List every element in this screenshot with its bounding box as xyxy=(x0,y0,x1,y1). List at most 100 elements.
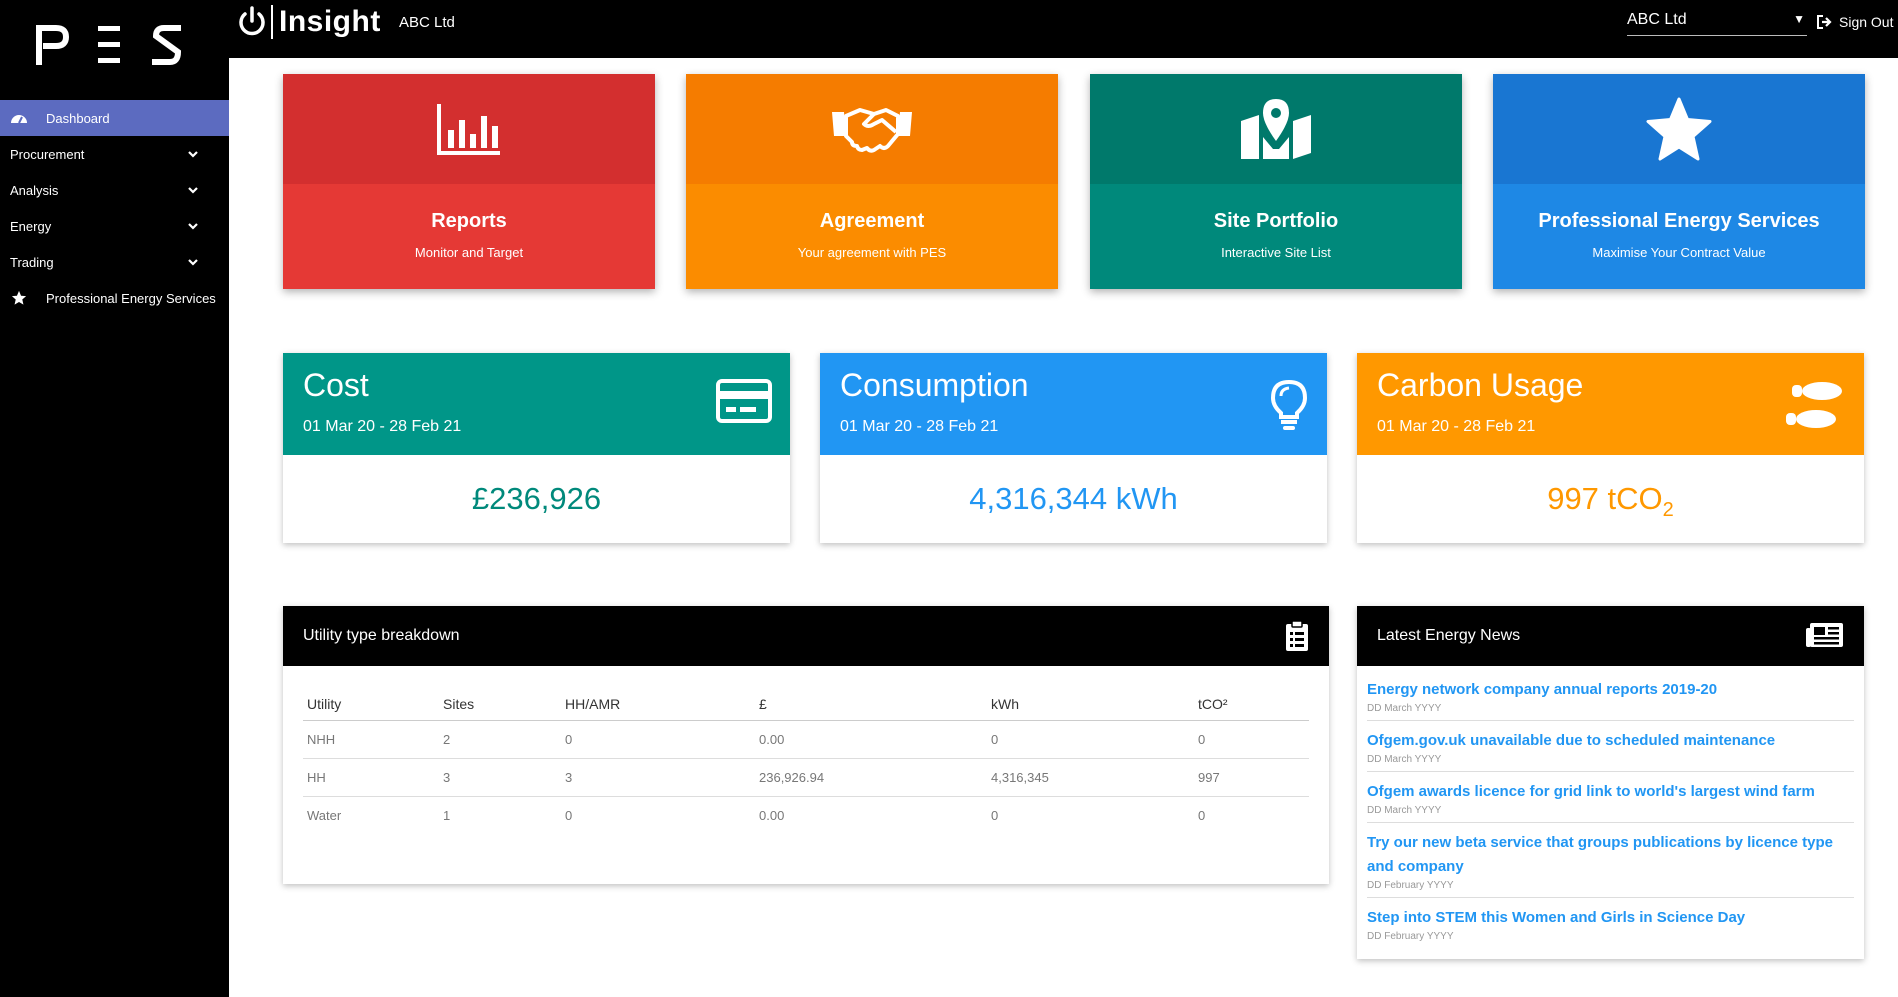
list-item: Energy network company annual reports 20… xyxy=(1367,670,1854,721)
table-cell: HH xyxy=(303,758,439,797)
panel-title: Utility type breakdown xyxy=(303,627,460,644)
sidebar-item-procurement[interactable]: Procurement xyxy=(0,136,229,172)
sidebar-item-analysis[interactable]: Analysis xyxy=(0,172,229,208)
news-link[interactable]: Try our new beta service that groups pub… xyxy=(1367,831,1854,879)
table-cell: 0.00 xyxy=(755,720,987,759)
news-link[interactable]: Step into STEM this Women and Girls in S… xyxy=(1367,906,1854,930)
pes-logo[interactable] xyxy=(36,22,186,66)
tile-title: Professional Energy Services xyxy=(1538,210,1820,232)
tile-reports[interactable]: Reports Monitor and Target xyxy=(283,74,655,289)
sidebar-item-dashboard[interactable]: Dashboard xyxy=(0,100,229,136)
news-list: Energy network company annual reports 20… xyxy=(1357,666,1864,948)
chevron-down-icon xyxy=(188,187,198,194)
table-cell: 0.00 xyxy=(759,808,785,823)
table-cell: 997 xyxy=(1194,758,1309,797)
table-cell: NHH xyxy=(303,720,439,759)
news-link[interactable]: Ofgem awards licence for grid link to wo… xyxy=(1367,780,1854,804)
table-cell: 1 xyxy=(443,808,451,823)
brand-separator xyxy=(271,5,273,39)
column-header: Utility xyxy=(303,686,439,721)
company-select[interactable]: ABC Ltd ▼ xyxy=(1627,8,1807,36)
table-row: Water 1 0 0.00 0 0 xyxy=(303,797,1309,835)
sidebar-item-label: Energy xyxy=(10,218,52,234)
top-header: Insight ABC Ltd ABC Ltd ▼ Sign Out xyxy=(229,0,1898,58)
stat-header: Carbon Usage 01 Mar 20 - 28 Feb 21 xyxy=(1357,353,1864,455)
table-cell: 3 xyxy=(439,758,561,797)
tile-subtitle: Your agreement with PES xyxy=(797,245,947,260)
table-cell: 0 xyxy=(565,808,573,823)
sign-out-label: Sign Out xyxy=(1839,14,1894,30)
sidebar-item-energy[interactable]: Energy xyxy=(0,208,229,244)
table-cell: Water xyxy=(307,808,342,823)
column-header: £ xyxy=(755,686,987,721)
tile-title: Reports xyxy=(431,210,507,232)
star-icon xyxy=(11,290,27,305)
panel-header: Utility type breakdown xyxy=(283,606,1329,666)
news-link[interactable]: Energy network company annual reports 20… xyxy=(1367,678,1854,702)
sign-out-button[interactable]: Sign Out xyxy=(1817,14,1893,30)
utility-breakdown-panel: Utility type breakdown Utility Sites HH/… xyxy=(283,606,1329,884)
table-cell: 0 xyxy=(1194,720,1309,759)
stat-value: 997 tCO2 xyxy=(1357,455,1864,522)
tile-site-portfolio[interactable]: Site Portfolio Interactive Site List xyxy=(1090,74,1462,289)
utility-table: Utility Sites HH/AMR £ kWh tCO² NHH 2 0 … xyxy=(303,686,1309,834)
tile-professional-energy-services[interactable]: Professional Energy Services Maximise Yo… xyxy=(1493,74,1865,289)
stat-date-range: 01 Mar 20 - 28 Feb 21 xyxy=(1377,418,1536,435)
tile-agreement[interactable]: Agreement Your agreement with PES xyxy=(686,74,1058,289)
stat-card-carbon-usage: Carbon Usage 01 Mar 20 - 28 Feb 21 997 t… xyxy=(1357,353,1864,543)
stat-card-cost: Cost 01 Mar 20 - 28 Feb 21 £236,926 xyxy=(283,353,790,543)
sidebar-item-label: Professional Energy Services xyxy=(46,290,216,306)
column-header: tCO² xyxy=(1194,686,1309,721)
sidebar-item-label: Trading xyxy=(10,254,54,270)
tile-subtitle: Monitor and Target xyxy=(414,245,524,260)
news-date: DD February YYYY xyxy=(1367,931,1454,942)
sidebar-item-professional-energy-services[interactable]: Professional Energy Services xyxy=(0,280,229,316)
list-item: Ofgem awards licence for grid link to wo… xyxy=(1367,772,1854,823)
tile-title: Site Portfolio xyxy=(1213,210,1339,232)
table-cell: 0 xyxy=(1198,808,1206,823)
sidebar-nav: Dashboard Procurement Analysis Energy Tr… xyxy=(0,100,229,316)
news-link[interactable]: Ofgem.gov.uk unavailable due to schedule… xyxy=(1367,729,1854,753)
table-cell: 2 xyxy=(439,720,561,759)
latest-energy-news-panel: Latest Energy News Energy network compan… xyxy=(1357,606,1864,959)
list-item: Step into STEM this Women and Girls in S… xyxy=(1367,898,1854,948)
tile-text-area: Reports Monitor and Target xyxy=(283,184,655,289)
sign-out-icon xyxy=(1817,15,1832,29)
map-marker-icon xyxy=(1241,99,1311,159)
stat-card-consumption: Consumption 01 Mar 20 - 28 Feb 21 4,316,… xyxy=(820,353,1327,543)
stat-header: Cost 01 Mar 20 - 28 Feb 21 xyxy=(283,353,790,455)
tile-icon-area xyxy=(1493,74,1865,184)
stat-title: Carbon Usage xyxy=(1377,367,1584,403)
header-company-name: ABC Ltd xyxy=(399,14,455,31)
list-item: Try our new beta service that groups pub… xyxy=(1367,823,1854,898)
stat-title: Cost xyxy=(303,367,369,403)
bar-chart-icon xyxy=(437,104,500,155)
stat-value: £236,926 xyxy=(471,481,602,516)
tile-icon-area xyxy=(283,74,655,184)
column-header: kWh xyxy=(987,686,1194,721)
newspaper-icon xyxy=(1806,623,1843,647)
news-date: DD March YYYY xyxy=(1367,754,1442,765)
chevron-down-icon xyxy=(188,223,198,230)
tile-icon-area xyxy=(686,74,1058,184)
stat-date-range: 01 Mar 20 - 28 Feb 21 xyxy=(303,418,462,435)
lightbulb-icon xyxy=(1270,379,1308,430)
news-date: DD March YYYY xyxy=(1367,703,1442,714)
table-cell: 0 xyxy=(561,720,755,759)
brand[interactable]: Insight xyxy=(237,4,381,40)
sidebar-item-trading[interactable]: Trading xyxy=(0,244,229,280)
table-cell: 4,316,345 xyxy=(987,758,1194,797)
tile-subtitle: Interactive Site List xyxy=(1221,245,1331,260)
brand-name: Insight xyxy=(279,5,381,38)
footprints-icon xyxy=(1786,382,1842,428)
stat-date-range: 01 Mar 20 - 28 Feb 21 xyxy=(840,418,999,435)
column-header: HH/AMR xyxy=(561,686,755,721)
stat-value-main: 997 tCO xyxy=(1547,481,1663,516)
speedometer-icon xyxy=(11,115,27,124)
tile-text-area: Professional Energy Services Maximise Yo… xyxy=(1493,184,1865,289)
sidebar-item-label: Analysis xyxy=(10,182,59,198)
caret-down-icon: ▼ xyxy=(1793,12,1805,26)
sidebar: Dashboard Procurement Analysis Energy Tr… xyxy=(0,0,229,997)
stat-value: 4,316,344 kWh xyxy=(969,481,1178,516)
table-cell: 0 xyxy=(991,808,999,823)
